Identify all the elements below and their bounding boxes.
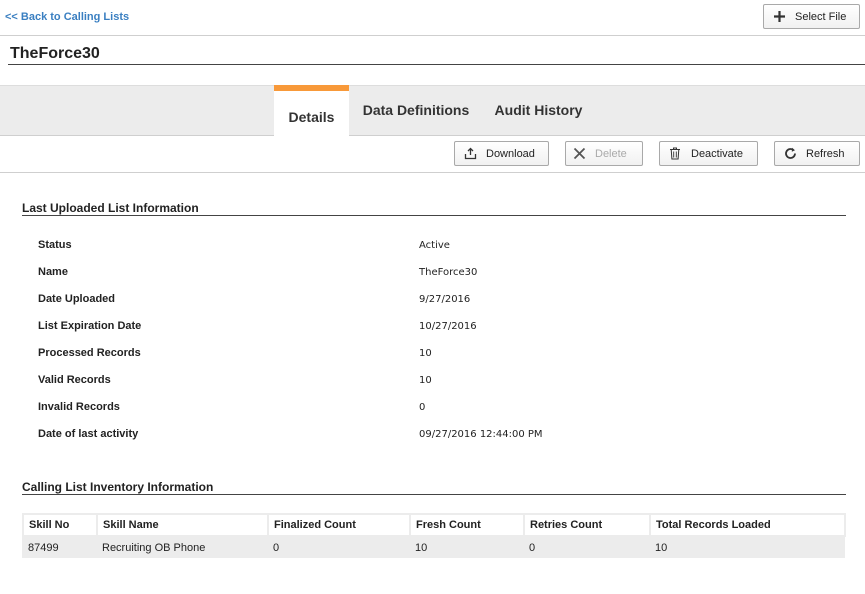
delete-label: Delete [595,147,627,160]
table-cell: 10 [409,536,524,558]
download-button[interactable]: Download [454,141,549,166]
column-header-retries-count[interactable]: Retries Count [523,513,651,537]
inventory-divider [22,494,846,495]
info-label: Status [38,239,72,251]
title-divider [8,64,865,65]
info-value: 0 [419,402,426,413]
trash-icon [668,147,682,161]
deactivate-label: Deactivate [691,147,743,160]
column-header-total-records-loaded[interactable]: Total Records Loaded [649,513,846,537]
refresh-button[interactable]: Refresh [774,141,860,166]
table-cell: 87499 [22,536,97,558]
info-row-valid-records: Valid Records 10 [38,372,818,399]
action-toolbar: Download Delete Deactivate Refresh [0,136,865,173]
info-label: Date of last activity [38,428,139,440]
upload-info-section-title: Last Uploaded List Information [22,201,199,215]
info-value: 10/27/2016 [419,321,477,332]
refresh-label: Refresh [806,147,845,160]
plus-icon [772,10,786,24]
info-row-invalid-records: Invalid Records 0 [38,399,818,426]
info-label: List Expiration Date [38,320,142,332]
column-header-finalized-count[interactable]: Finalized Count [267,513,411,537]
info-row-expiration-date: List Expiration Date 10/27/2016 [38,318,818,345]
download-label: Download [486,147,535,160]
tab-bar: Details Data Definitions Audit History [0,85,865,137]
table-cell: Recruiting OB Phone [96,536,268,558]
info-value: TheForce30 [419,267,478,278]
info-value: 09/27/2016 12:44:00 PM [419,429,543,440]
info-label: Processed Records [38,347,141,359]
refresh-icon [783,147,797,161]
table-cell: 0 [523,536,650,558]
info-row-last-activity: Date of last activity 09/27/2016 12:44:0… [38,426,818,453]
table-row[interactable]: 87499 Recruiting OB Phone 0 10 0 10 [22,536,845,558]
table-cell: 10 [649,536,845,558]
info-row-status: Status Active [38,237,818,264]
info-value: Active [419,240,450,251]
info-row-processed-records: Processed Records 10 [38,345,818,372]
info-label: Valid Records [38,374,111,386]
deactivate-button[interactable]: Deactivate [659,141,758,166]
inventory-table: Skill No Skill Name Finalized Count Fres… [22,513,846,558]
info-label: Name [38,266,68,278]
upload-info-list: Status Active Name TheForce30 Date Uploa… [38,237,818,453]
select-file-label: Select File [795,10,847,23]
upload-info-divider [22,215,846,216]
info-label: Date Uploaded [38,293,116,305]
tab-details[interactable]: Details [274,85,349,137]
upload-box-icon [463,147,477,161]
column-header-fresh-count[interactable]: Fresh Count [409,513,525,537]
info-label: Invalid Records [38,401,120,413]
column-header-skill-name[interactable]: Skill Name [96,513,269,537]
x-icon [572,147,586,161]
select-file-button[interactable]: Select File [763,4,860,29]
inventory-section-title: Calling List Inventory Information [22,480,214,494]
tab-data-definitions[interactable]: Data Definitions [358,86,474,137]
info-row-name: Name TheForce30 [38,264,818,291]
info-value: 9/27/2016 [419,294,471,305]
table-cell: 0 [267,536,410,558]
info-value: 10 [419,375,432,386]
back-to-calling-lists-link[interactable]: << Back to Calling Lists [5,11,129,23]
page-title: TheForce30 [10,45,100,62]
info-value: 10 [419,348,432,359]
tab-audit-history[interactable]: Audit History [486,86,591,137]
top-bar: << Back to Calling Lists Select File [0,0,865,36]
table-header-row: Skill No Skill Name Finalized Count Fres… [22,513,846,537]
info-row-date-uploaded: Date Uploaded 9/27/2016 [38,291,818,318]
delete-button[interactable]: Delete [565,141,643,166]
column-header-skill-no[interactable]: Skill No [22,513,98,537]
